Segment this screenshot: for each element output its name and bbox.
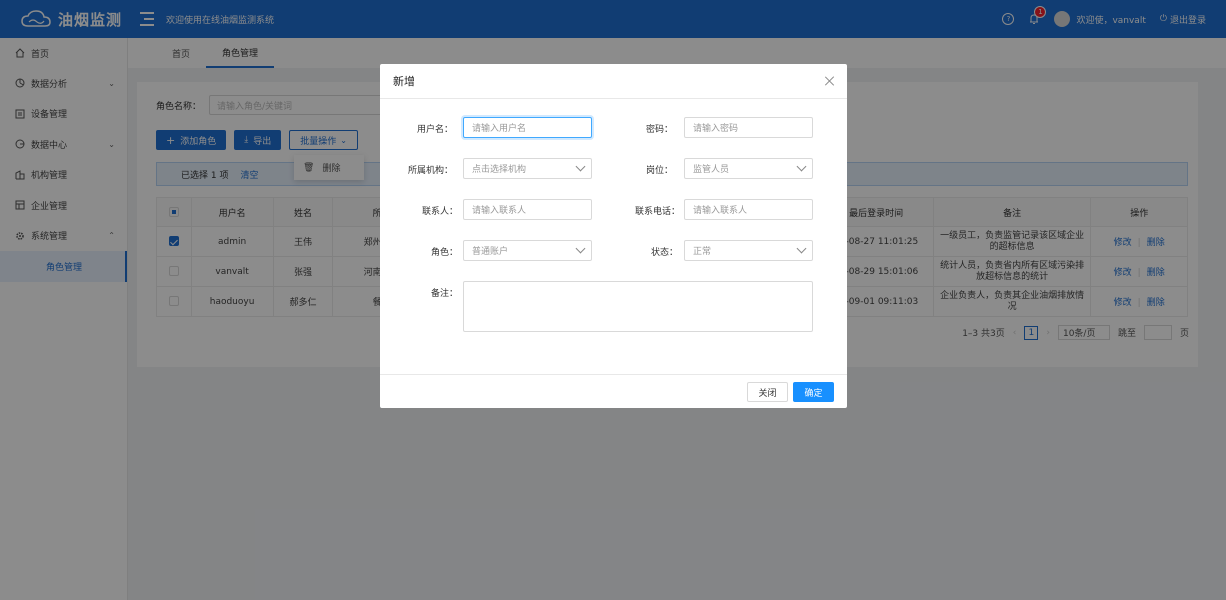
username-label: 用户名：	[416, 125, 453, 135]
chevron-down-icon	[796, 243, 807, 254]
username-input[interactable]: 请输入用户名	[463, 117, 592, 138]
close-icon[interactable]	[824, 75, 836, 87]
password-input[interactable]: 请输入密码	[684, 117, 813, 138]
chevron-down-icon	[575, 243, 586, 254]
add-dialog: 新增 用户名： 请输入用户名 密码： 请输入密码 所属机构： 点击选择机构 岗位…	[380, 64, 847, 408]
post-select[interactable]: 监管人员	[684, 158, 813, 179]
org-select[interactable]: 点击选择机构	[463, 158, 592, 179]
phone-input[interactable]: 请输入联系人	[684, 199, 813, 220]
password-label: 密码：	[645, 125, 673, 135]
status-label: 状态：	[650, 248, 678, 258]
contact-input[interactable]: 请输入联系人	[463, 199, 592, 220]
dialog-footer: 关闭 确定	[380, 374, 847, 408]
role-label: 角色：	[430, 248, 458, 258]
chevron-down-icon	[575, 161, 586, 172]
status-select-value: 正常	[693, 247, 712, 257]
close-button[interactable]: 关闭	[747, 382, 788, 402]
org-select-value: 点击选择机构	[472, 165, 527, 175]
role-select-value: 普通账户	[472, 247, 509, 257]
contact-label: 联系人：	[421, 207, 458, 217]
role-select[interactable]: 普通账户	[463, 240, 592, 261]
post-label: 岗位：	[645, 166, 673, 176]
remark-label: 备注：	[430, 289, 458, 299]
status-select[interactable]: 正常	[684, 240, 813, 261]
chevron-down-icon	[796, 161, 807, 172]
remark-textarea[interactable]	[463, 281, 813, 332]
post-select-value: 监管人员	[693, 165, 730, 175]
phone-label: 联系电话：	[634, 207, 680, 217]
org-label: 所属机构：	[407, 166, 453, 176]
confirm-button[interactable]: 确定	[793, 382, 834, 402]
dialog-title: 新增	[393, 75, 415, 88]
